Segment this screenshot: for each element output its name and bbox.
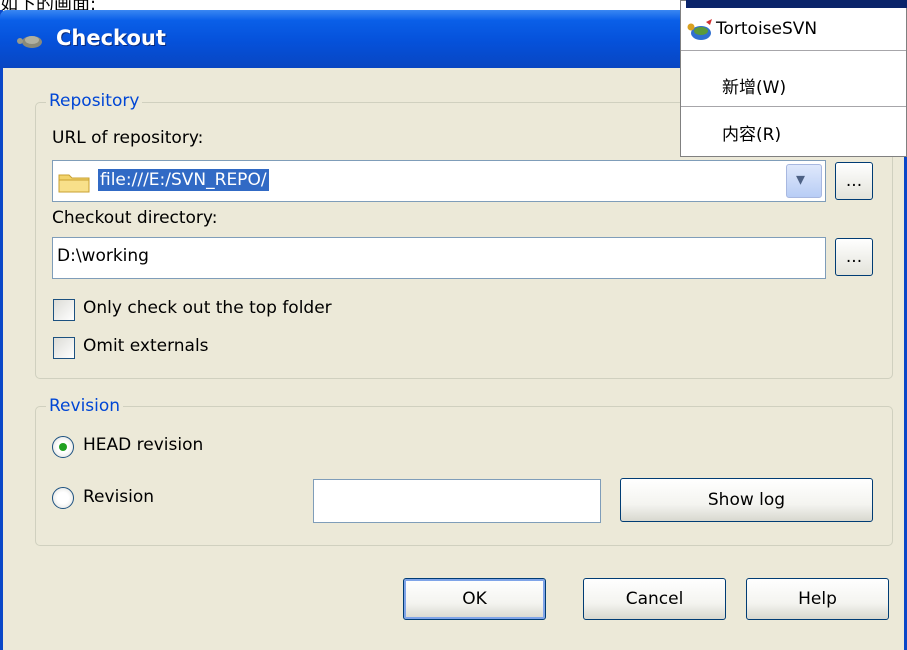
omit-externals-label[interactable]: Omit externals (83, 336, 209, 356)
radio-selected-dot (59, 443, 67, 451)
checkout-dir-label: Checkout directory: (52, 208, 218, 228)
repository-group-title: Repository (46, 91, 143, 111)
revision-group-title: Revision (46, 396, 124, 416)
cancel-button[interactable]: Cancel (583, 578, 726, 620)
context-menu-item-new[interactable]: 新增(W) (722, 73, 786, 98)
chevron-down-icon: ▾ (796, 169, 806, 190)
menu-separator (681, 50, 906, 51)
revision-input[interactable] (313, 479, 601, 523)
only-top-folder-checkbox[interactable] (53, 299, 75, 321)
tortoise-icon (17, 36, 42, 48)
context-menu-item-tortoisesvn[interactable]: TortoiseSVN (716, 19, 817, 39)
dir-browse-button[interactable]: ... (835, 238, 873, 276)
show-log-button[interactable]: Show log (620, 478, 873, 522)
checkout-dir-input[interactable]: D:\working (52, 237, 826, 279)
url-browse-button[interactable]: ... (835, 162, 873, 200)
window-title: Checkout (56, 26, 166, 50)
url-value[interactable]: file:///E:/SVN_REPO/ (98, 169, 269, 191)
folder-icon (58, 174, 90, 193)
menu-separator (681, 106, 906, 107)
head-revision-label[interactable]: HEAD revision (83, 435, 203, 455)
url-label: URL of repository: (52, 128, 204, 148)
revision-group (35, 406, 893, 546)
only-top-folder-label[interactable]: Only check out the top folder (83, 298, 332, 318)
context-menu-item-content[interactable]: 内容(R) (722, 120, 781, 145)
help-button[interactable]: Help (746, 578, 889, 620)
revision-label[interactable]: Revision (83, 487, 154, 507)
ok-button[interactable]: OK (403, 578, 546, 620)
omit-externals-checkbox[interactable] (53, 337, 75, 359)
tortoisesvn-icon (687, 19, 712, 40)
context-menu-highlight (686, 0, 907, 8)
revision-radio[interactable] (52, 487, 74, 509)
